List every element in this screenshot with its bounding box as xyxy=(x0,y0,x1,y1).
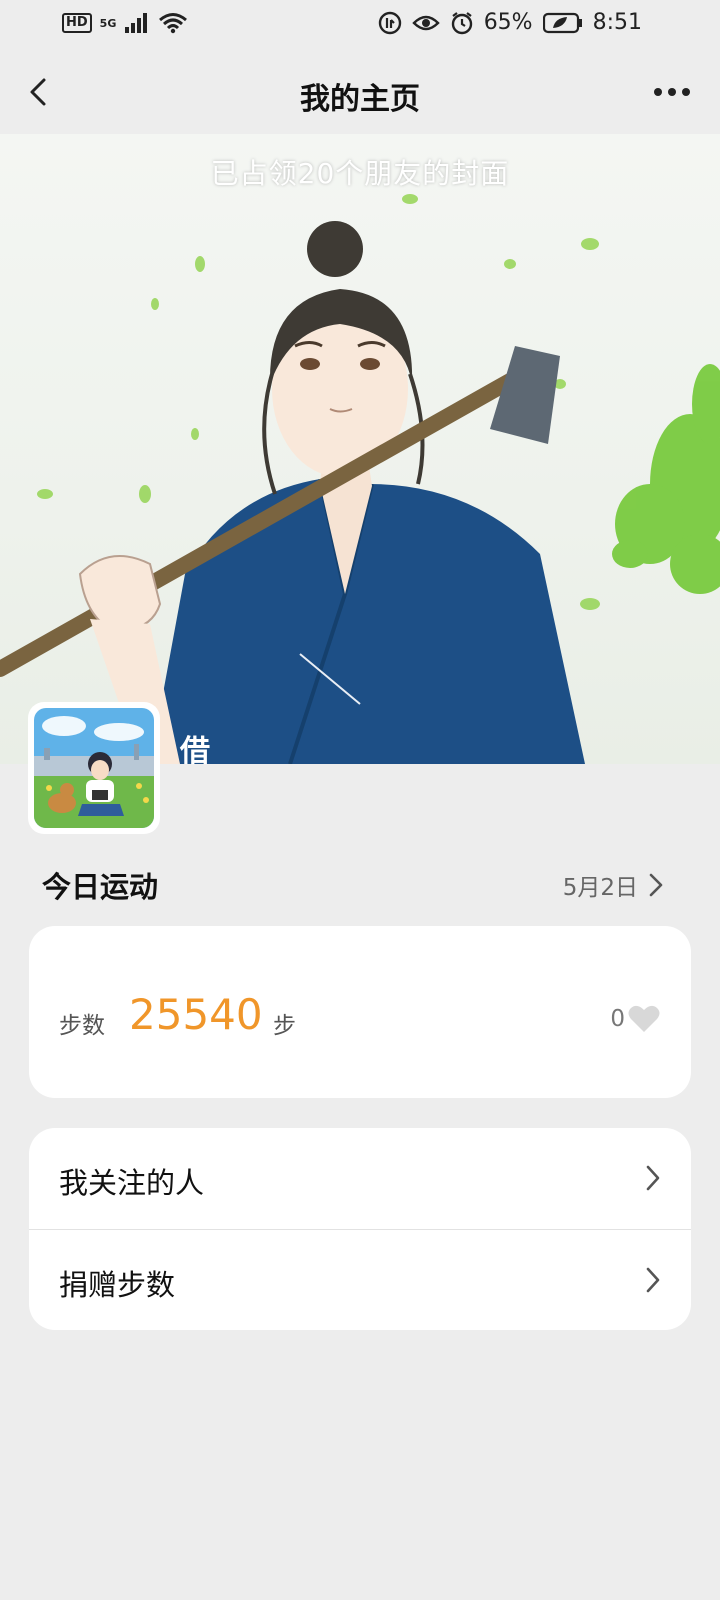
eye-icon xyxy=(411,15,440,30)
avatar-image xyxy=(34,708,154,828)
chevron-right-icon xyxy=(649,873,663,897)
menu-item-label: 捐赠步数 xyxy=(59,1268,176,1302)
menu-item-following[interactable]: 我关注的人 xyxy=(29,1128,691,1229)
wifi-icon xyxy=(159,13,188,34)
alarm-icon xyxy=(451,11,472,34)
steps-card[interactable]: 步数 25540 步 0 xyxy=(29,926,691,1098)
status-bar: HD 5G 65% 8:51 xyxy=(0,0,720,50)
more-icon xyxy=(654,88,690,96)
data-saver-icon xyxy=(378,11,401,34)
cover-illustration xyxy=(0,194,720,764)
username: 借 xyxy=(180,734,210,769)
battery-icon xyxy=(542,12,582,33)
today-date-link[interactable]: 5月2日 xyxy=(563,868,664,902)
menu-list: 我关注的人 捐赠步数 xyxy=(29,1128,691,1330)
today-date: 5月2日 xyxy=(562,875,638,901)
hd-badge: HD xyxy=(62,13,92,33)
today-title: 今日运动 xyxy=(42,870,159,904)
cover-caption: 已占领20个朋友的封面 xyxy=(210,157,510,190)
like-count: 0 xyxy=(610,1006,625,1032)
status-right: 65% 8:51 xyxy=(378,10,642,35)
nav-bar: 我的主页 xyxy=(0,50,720,134)
avatar[interactable] xyxy=(28,702,160,834)
signal-icon xyxy=(125,13,148,33)
chevron-right-icon xyxy=(646,1165,660,1191)
steps-value: 25540 xyxy=(129,990,263,1039)
chevron-right-icon xyxy=(646,1267,660,1293)
battery-percent: 65% xyxy=(483,10,533,35)
avatar-illustration xyxy=(34,708,154,828)
cover-image[interactable]: 已占领20个朋友的封面 xyxy=(0,134,720,764)
network-type: 5G xyxy=(99,16,117,30)
steps-unit: 步 xyxy=(273,1013,296,1039)
more-button[interactable] xyxy=(648,72,698,112)
page-title: 我的主页 xyxy=(300,82,420,117)
status-left: HD 5G xyxy=(62,12,188,34)
like-button[interactable]: 0 xyxy=(610,1004,661,1034)
clock: 8:51 xyxy=(592,10,642,35)
steps-label: 步数 xyxy=(59,1013,105,1039)
heart-icon xyxy=(628,1005,660,1032)
menu-item-donate-steps[interactable]: 捐赠步数 xyxy=(29,1230,691,1330)
menu-item-label: 我关注的人 xyxy=(59,1166,205,1200)
